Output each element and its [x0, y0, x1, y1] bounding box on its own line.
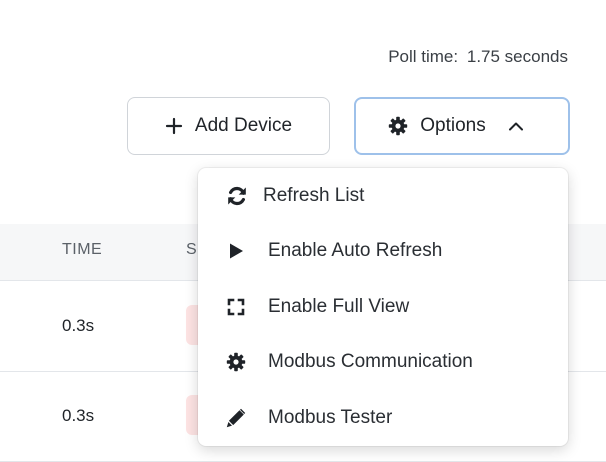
time-cell: 0.3s	[62, 316, 95, 335]
menu-item-modbus-tester[interactable]: Modbus Tester	[198, 392, 594, 444]
gear-icon	[388, 116, 408, 136]
menu-item-label: Enable Full View	[268, 296, 410, 317]
menu-item-modbus-communication[interactable]: Modbus Communication	[198, 336, 594, 388]
add-device-button[interactable]: Add Device	[127, 97, 330, 155]
plus-icon	[165, 117, 183, 135]
poll-time-value: 1.75 seconds	[466, 47, 568, 66]
menu-item-label: Modbus Tester	[268, 407, 393, 428]
menu-item-label: Modbus Communication	[268, 351, 473, 372]
column-header-status[interactable]: S	[186, 241, 197, 259]
options-button[interactable]: Options	[354, 97, 570, 155]
add-device-label: Add Device	[194, 115, 293, 136]
gear-icon	[224, 350, 248, 374]
menu-item-enable-auto-refresh[interactable]: Enable Auto Refresh	[198, 225, 594, 277]
menu-item-label: Enable Auto Refresh	[268, 240, 443, 261]
menu-item-enable-full-view[interactable]: Enable Full View	[198, 281, 594, 333]
options-dropdown-menu: Refresh List Enable Auto Refresh Enable …	[198, 168, 568, 446]
chevron-up-icon	[508, 121, 524, 131]
column-header-time[interactable]: TIME	[62, 241, 102, 259]
time-cell: 0.3s	[62, 406, 95, 425]
pen-icon	[224, 406, 248, 430]
refresh-icon	[225, 184, 249, 208]
play-icon	[224, 239, 248, 263]
expand-icon	[224, 295, 248, 319]
menu-item-refresh-list[interactable]: Refresh List	[198, 170, 595, 222]
menu-item-label: Refresh List	[263, 185, 365, 206]
poll-time-label: Poll time:	[388, 47, 459, 66]
poll-time: Poll time: 1.75 seconds	[388, 47, 568, 67]
options-label: Options	[420, 115, 486, 136]
